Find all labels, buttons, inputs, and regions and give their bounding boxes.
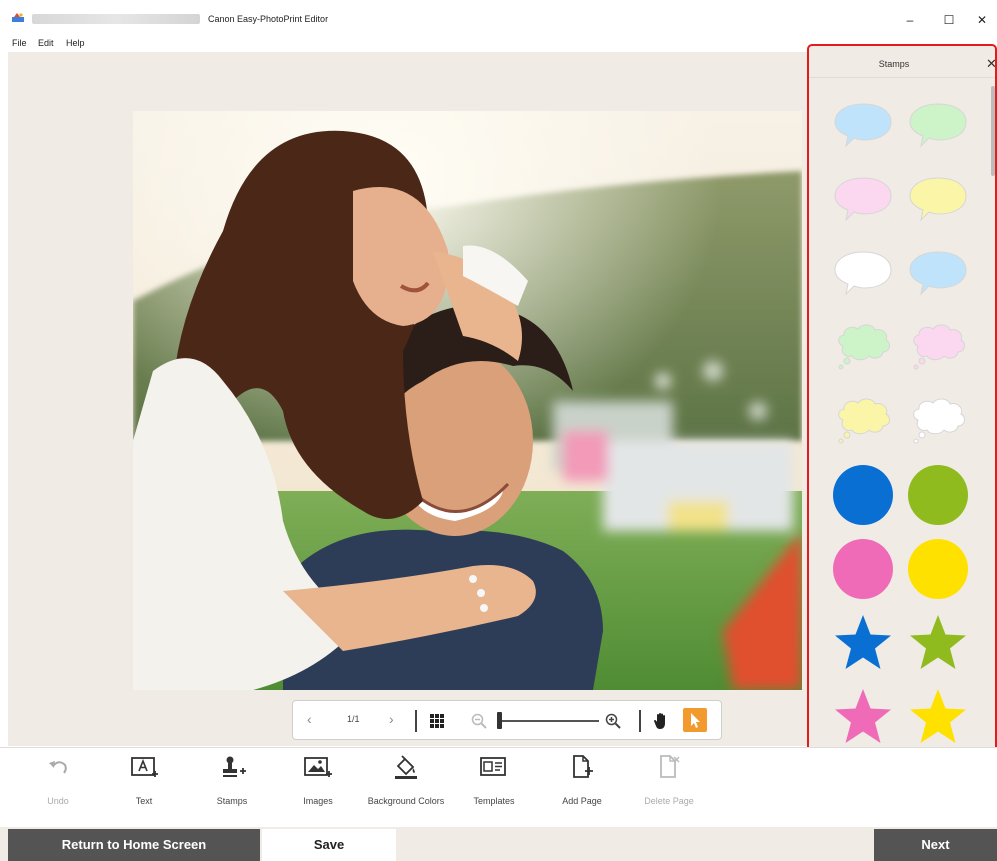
close-window-button[interactable]: ✕	[970, 10, 994, 30]
add-page-button[interactable]: Add Page	[540, 754, 624, 809]
speech-bubble-icon	[834, 251, 892, 296]
zoom-slider-thumb[interactable]	[497, 712, 502, 729]
speech-bubble-icon	[909, 103, 967, 148]
star-icon	[910, 615, 966, 669]
save-button[interactable]: Save	[262, 829, 396, 861]
divider	[639, 710, 641, 732]
couple-photo	[133, 111, 802, 690]
circle-icon	[833, 465, 893, 525]
undo-label: Undo	[47, 796, 69, 806]
stamps-panel-close-icon[interactable]: ✕	[986, 56, 997, 72]
circle-icon	[908, 465, 968, 525]
undo-button[interactable]: Undo	[16, 754, 100, 809]
page-navigation-bar: ‹ 1/1 ›	[292, 700, 722, 740]
star-icon	[910, 689, 966, 743]
images-label: Images	[303, 796, 333, 806]
background-colors-label: Background Colors	[367, 796, 445, 806]
maximize-button[interactable]: ☐	[937, 10, 961, 30]
text-icon	[131, 757, 158, 777]
app-icon	[12, 13, 24, 22]
star-icon	[835, 689, 891, 743]
paint-bucket-icon	[395, 755, 417, 779]
stamp-star[interactable]	[906, 686, 970, 748]
stamps-panel: Stamps ✕	[807, 44, 997, 754]
stamp-speech-bubble[interactable]	[906, 94, 970, 156]
stamps-panel-header: Stamps ✕	[809, 46, 997, 78]
delete-page-icon	[660, 755, 680, 778]
circle-icon	[908, 539, 968, 599]
return-home-button[interactable]: Return to Home Screen	[8, 829, 260, 861]
stamps-button[interactable]: Stamps	[190, 754, 274, 809]
edit-toolbar: Undo Text Stamps Images Background Color…	[0, 747, 997, 827]
templates-label: Templates	[473, 796, 515, 806]
speech-bubble-icon	[834, 177, 892, 222]
thought-bubble-icon	[838, 324, 891, 370]
stamps-scrollbar[interactable]	[991, 86, 995, 176]
previous-page-button[interactable]: ‹	[307, 711, 312, 727]
stamp-speech-bubble[interactable]	[831, 94, 895, 156]
title-bar: Canon Easy-PhotoPrint Editor – ☐ ✕	[0, 0, 997, 36]
add-page-label: Add Page	[562, 796, 602, 806]
image-icon	[304, 757, 332, 777]
cursor-arrow-icon	[691, 713, 700, 728]
window-title: Canon Easy-PhotoPrint Editor	[208, 14, 329, 24]
menu-help[interactable]: Help	[66, 38, 85, 48]
stamps-label: Stamps	[216, 796, 248, 806]
stamp-circle[interactable]	[906, 464, 970, 526]
thought-bubble-icon	[838, 398, 891, 444]
next-button[interactable]: Next	[874, 829, 997, 861]
add-page-icon	[573, 755, 593, 778]
speech-bubble-icon	[834, 103, 892, 148]
stamp-star[interactable]	[831, 612, 895, 674]
stamp-thought-bubble[interactable]	[906, 316, 970, 378]
blurred-file-path	[32, 14, 200, 24]
zoom-out-icon[interactable]	[471, 713, 487, 729]
zoom-in-icon[interactable]	[605, 713, 621, 729]
images-button[interactable]: Images	[276, 754, 360, 809]
stamp-speech-bubble[interactable]	[831, 168, 895, 230]
undo-icon	[49, 761, 67, 774]
editing-workspace: ‹ 1/1 ›	[8, 52, 808, 746]
stamp-circle[interactable]	[831, 464, 895, 526]
star-icon	[835, 615, 891, 669]
thumbnail-grid-icon[interactable]	[429, 713, 445, 729]
stamp-speech-bubble[interactable]	[831, 242, 895, 304]
speech-bubble-icon	[909, 177, 967, 222]
stamp-speech-bubble[interactable]	[906, 168, 970, 230]
speech-bubble-icon	[909, 251, 967, 296]
next-page-button[interactable]: ›	[389, 711, 394, 727]
circle-icon	[833, 539, 893, 599]
stamp-circle[interactable]	[906, 538, 970, 600]
stamp-thought-bubble[interactable]	[831, 390, 895, 452]
stamp-circle[interactable]	[831, 538, 895, 600]
zoom-slider-track[interactable]	[497, 720, 599, 722]
text-button[interactable]: Text	[102, 754, 186, 809]
footer-bar: Return to Home Screen Save Next	[0, 827, 997, 861]
templates-button[interactable]: Templates	[452, 754, 536, 809]
thought-bubble-icon	[913, 398, 966, 444]
stamp-icon	[223, 756, 246, 777]
stamp-star[interactable]	[831, 686, 895, 748]
delete-page-button[interactable]: Delete Page	[627, 754, 711, 809]
text-label: Text	[135, 796, 153, 806]
page-indicator: 1/1	[347, 714, 360, 724]
stamp-thought-bubble[interactable]	[906, 390, 970, 452]
menu-file[interactable]: File	[12, 38, 27, 48]
stamp-star[interactable]	[906, 612, 970, 674]
stamps-panel-title: Stamps	[878, 59, 910, 69]
minimize-button[interactable]: –	[898, 10, 922, 30]
stamp-speech-bubble[interactable]	[906, 242, 970, 304]
hand-pan-icon[interactable]	[653, 712, 669, 730]
delete-page-label: Delete Page	[644, 796, 694, 806]
photo-canvas[interactable]	[133, 111, 802, 690]
divider	[415, 710, 417, 732]
stamp-thought-bubble[interactable]	[831, 316, 895, 378]
thought-bubble-icon	[913, 324, 966, 370]
templates-icon	[480, 757, 506, 776]
background-colors-button[interactable]: Background Colors	[364, 754, 448, 809]
menu-edit[interactable]: Edit	[38, 38, 54, 48]
select-tool-button[interactable]	[683, 708, 707, 732]
